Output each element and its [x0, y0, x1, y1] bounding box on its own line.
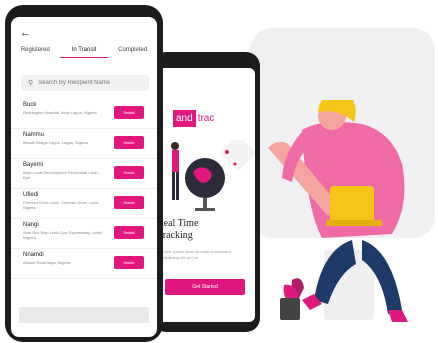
tab-in-transit[interactable]: In Transit: [59, 47, 109, 58]
recipient-address: Chevron Drive Lekki, Chevron Drive, Lekk…: [23, 200, 100, 210]
tab-completed[interactable]: Completed: [108, 47, 157, 58]
recipient-name: Nnamdi: [23, 252, 44, 258]
back-phone: and trac Real Time Tracking Lorem ipsum …: [152, 52, 260, 332]
details-button[interactable]: Details: [114, 136, 144, 149]
search-bar[interactable]: ⚲: [21, 75, 149, 91]
details-button[interactable]: Details: [114, 226, 144, 239]
recipient-name: Nammu: [23, 132, 45, 138]
hero-subtitle: Lorem ipsum dolor sit amet consectetur a…: [161, 249, 232, 260]
recipient-name: Bayemi: [23, 162, 44, 168]
details-button[interactable]: Details: [114, 256, 144, 269]
tab-registered[interactable]: Registered: [11, 47, 60, 58]
status-tabs: Registered In Transit Completed: [11, 47, 157, 58]
tracking-illustration: [171, 140, 255, 211]
recipient-address: Assam Road Ikeja, Nigeria: [23, 260, 71, 265]
recipient-name: Buck: [23, 102, 37, 108]
arrow-left-icon[interactable]: ←: [20, 27, 31, 39]
back-phone-screen: and trac Real Time Tracking Lorem ipsum …: [157, 68, 255, 322]
recipient-name: Nangi: [23, 222, 39, 228]
recipient-list: Buck Reddington Hospital, Ikeja Lagos, N…: [11, 99, 157, 279]
recipient-address: Ikeja Local Development Secretariat Lekk…: [23, 170, 101, 180]
hero-title-line-1: Real Time: [157, 218, 199, 229]
front-phone-screen: ← Registered In Transit Completed ⚲ Buck…: [11, 17, 157, 337]
search-input[interactable]: [38, 80, 139, 86]
recipient-address: Ifinade Bridge Lagos, Lagos, Nigeria: [23, 140, 88, 145]
bottom-bar[interactable]: [19, 307, 149, 323]
front-phone: ← Registered In Transit Completed ⚲ Buck…: [5, 5, 163, 342]
list-item[interactable]: Nammu Ifinade Bridge Lagos, Lagos, Niger…: [11, 129, 157, 159]
hero-title-line-2: Tracking: [157, 230, 193, 241]
details-button[interactable]: Details: [114, 196, 144, 209]
hero-title: Real Time Tracking: [157, 218, 198, 242]
recipient-address: Auto Bus Stop Lekki-Epe Expressway, Lekk…: [23, 230, 103, 240]
list-item[interactable]: Bayemi Ikeja Local Development Secretari…: [11, 159, 157, 189]
recipient-address: Reddington Hospital, Ikeja Lagos, Nigeri…: [23, 110, 97, 115]
person-illustration: [268, 100, 408, 322]
list-item[interactable]: Ufiedi Chevron Drive Lekki, Chevron Driv…: [11, 189, 157, 219]
list-item[interactable]: Nnamdi Assam Road Ikeja, Nigeria Details: [11, 249, 157, 279]
get-started-button[interactable]: Get Started: [165, 279, 245, 295]
brand-logo: and trac: [173, 110, 214, 127]
details-button[interactable]: Details: [114, 106, 144, 119]
list-item[interactable]: Buck Reddington Hospital, Ikeja Lagos, N…: [11, 99, 157, 129]
list-item[interactable]: Nangi Auto Bus Stop Lekki-Epe Expressway…: [11, 219, 157, 249]
search-icon: ⚲: [28, 80, 34, 87]
brand-logo-text: trac: [197, 113, 215, 124]
brand-logo-box: and: [173, 110, 196, 127]
recipient-name: Ufiedi: [23, 192, 39, 198]
details-button[interactable]: Details: [114, 166, 144, 179]
